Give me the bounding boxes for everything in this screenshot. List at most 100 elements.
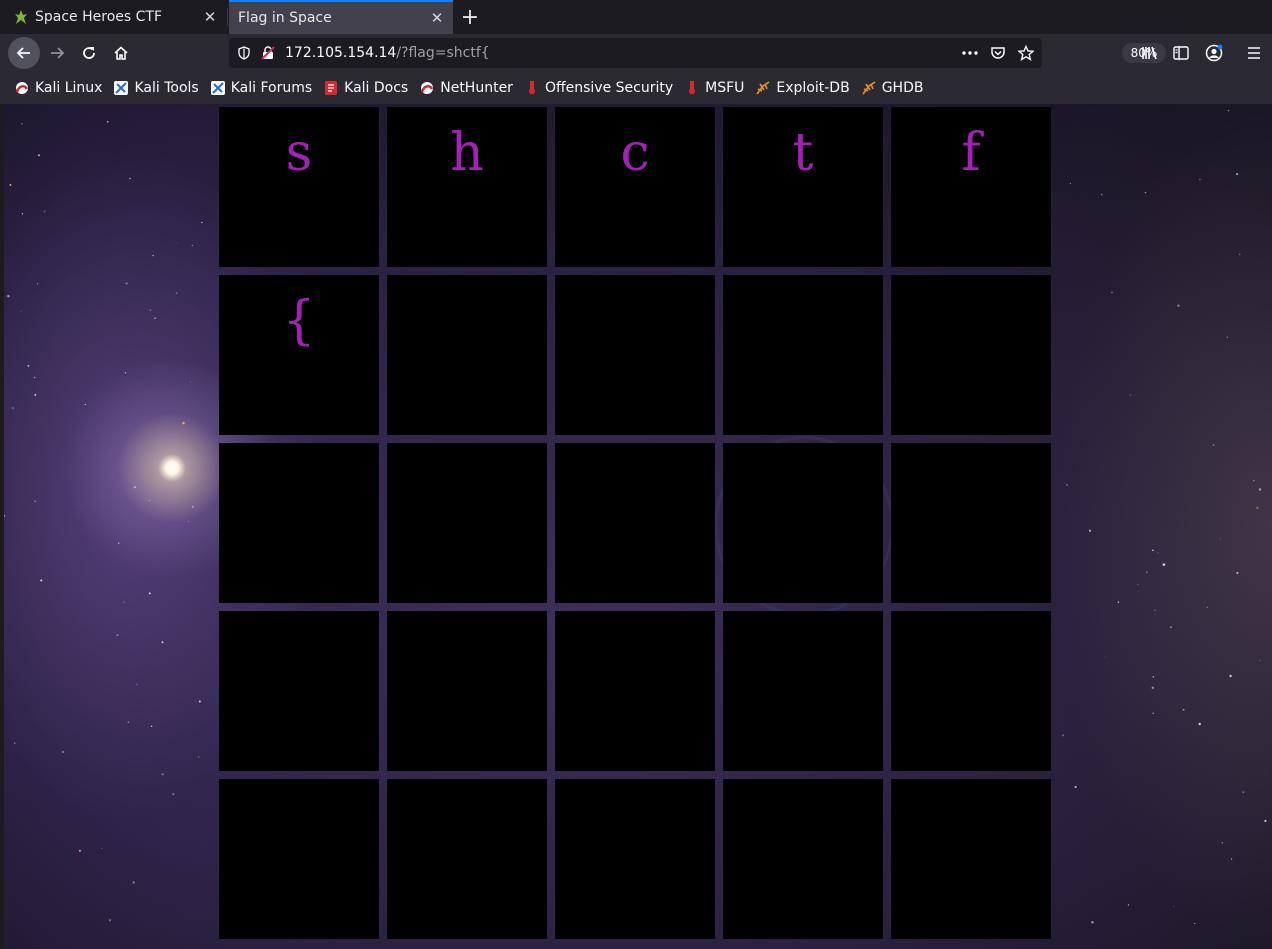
star-dot	[1212, 444, 1215, 446]
reload-button[interactable]	[73, 37, 105, 69]
bookmark-offensive-security[interactable]: Offensive Security	[524, 80, 673, 96]
grid-cell	[555, 275, 715, 435]
grid-cell	[723, 779, 883, 939]
star-dot	[34, 500, 36, 502]
star-dot	[1221, 842, 1223, 844]
star-dot	[190, 381, 191, 383]
grid-cell	[723, 275, 883, 435]
star-dot	[1258, 488, 1262, 491]
close-tab-icon[interactable]: ✕	[425, 6, 449, 30]
star-dot	[34, 393, 37, 396]
kali-dragon-icon	[13, 9, 29, 25]
bookmark-label: NetHunter	[440, 80, 513, 96]
back-arrow-icon	[16, 47, 30, 59]
home-icon	[114, 46, 128, 60]
grid-cell	[723, 443, 883, 603]
star-dot	[116, 633, 119, 637]
back-button[interactable]	[8, 37, 40, 69]
bookmark-exploit-db[interactable]: Exploit-DB	[755, 80, 850, 96]
star-dot	[1152, 712, 1154, 715]
tab-separator	[227, 8, 228, 26]
bookmark-label: Kali Tools	[134, 80, 199, 96]
star-dot	[1088, 529, 1092, 532]
menu-hamburger-icon[interactable]	[1243, 42, 1265, 64]
tab-title: Space Heroes CTF	[35, 9, 163, 25]
grid-cell	[891, 443, 1051, 603]
grid-cell	[219, 779, 379, 939]
star-dot	[4, 514, 6, 517]
star-dot	[62, 751, 64, 753]
star-dot	[124, 372, 127, 374]
bookmark-label: MSFU	[705, 80, 745, 96]
grid-cell	[387, 611, 547, 771]
navigation-toolbar: 172.105.154.14/?flag=shctf{ 80%	[0, 34, 1272, 72]
star-dot	[161, 641, 164, 644]
flag-letter-grid: s h c t f {	[219, 107, 1059, 947]
star-dot	[1157, 552, 1159, 554]
star-dot	[1259, 660, 1261, 662]
bookmark-kali-tools[interactable]: Kali Tools	[113, 80, 199, 96]
star-dot	[1239, 253, 1241, 255]
tab-title: Flag in Space	[238, 10, 332, 26]
star-dot	[40, 579, 43, 582]
grid-cell	[387, 779, 547, 939]
address-bar[interactable]: 172.105.154.14/?flag=shctf{ 80%	[229, 38, 1180, 68]
star-dot	[1177, 304, 1180, 307]
tab-strip: Space Heroes CTF ✕ Flag in Space ✕ +	[0, 0, 1272, 34]
library-icon[interactable]	[1139, 42, 1161, 64]
star-dot	[1169, 626, 1173, 629]
star-dot	[161, 773, 164, 776]
grid-cell-letter: t	[792, 123, 814, 183]
bookmark-msfu[interactable]: MSFU	[684, 80, 744, 96]
star-dot	[27, 364, 30, 367]
star-dot	[33, 376, 36, 379]
star-dot	[9, 184, 12, 186]
reload-icon	[83, 47, 95, 59]
sidebar-icon[interactable]	[1170, 42, 1192, 64]
star-dot	[1105, 656, 1107, 658]
bookmark-nethunter[interactable]: NetHunter	[419, 80, 513, 96]
bookmark-kali-linux[interactable]: Kali Linux	[14, 80, 102, 96]
star-dot	[1194, 923, 1196, 925]
home-button[interactable]	[105, 37, 137, 69]
bookmark-kali-docs[interactable]: Kali Docs	[323, 80, 408, 96]
page-actions-icon[interactable]	[959, 43, 981, 63]
grid-cell: f	[891, 107, 1051, 267]
star-dot	[133, 486, 136, 489]
close-tab-icon[interactable]: ✕	[198, 5, 222, 29]
star-dot	[1242, 791, 1245, 794]
new-tab-button[interactable]: +	[457, 4, 483, 30]
star-dot	[20, 310, 22, 312]
grid-cell	[555, 611, 715, 771]
url-text[interactable]: 172.105.154.14/?flag=shctf{	[285, 45, 490, 61]
tab-flag-in-space[interactable]: Flag in Space ✕	[229, 0, 453, 34]
kali-docs-icon	[323, 80, 339, 96]
grid-cell	[219, 443, 379, 603]
star-dot	[188, 520, 190, 522]
account-icon[interactable]	[1203, 42, 1225, 64]
bookmark-kali-forums[interactable]: Kali Forums	[210, 80, 312, 96]
bookmark-star-icon[interactable]	[1015, 43, 1037, 63]
star-dot	[11, 407, 14, 409]
star-dot	[37, 154, 40, 157]
grid-cell-letter: c	[620, 123, 650, 183]
url-path: /?flag=shctf{	[396, 45, 490, 61]
offsec-icon	[524, 80, 540, 96]
star-dot	[132, 881, 135, 884]
star-dot	[198, 756, 200, 758]
star-dot	[1111, 291, 1113, 294]
star-dot	[78, 849, 81, 852]
star-dot	[176, 242, 178, 244]
star-dot	[149, 309, 152, 311]
tab-space-heroes-ctf[interactable]: Space Heroes CTF ✕	[0, 0, 226, 34]
grid-cell	[555, 779, 715, 939]
star-dot	[198, 700, 201, 703]
star-dot	[1145, 571, 1148, 574]
pocket-icon[interactable]	[987, 43, 1009, 63]
bookmark-ghdb[interactable]: GHDB	[861, 80, 923, 96]
star-dot	[1151, 686, 1154, 689]
insecure-lock-icon[interactable]	[259, 44, 277, 62]
grid-cell: t	[723, 107, 883, 267]
forward-button[interactable]	[41, 37, 73, 69]
tracking-shield-icon[interactable]	[235, 44, 253, 62]
